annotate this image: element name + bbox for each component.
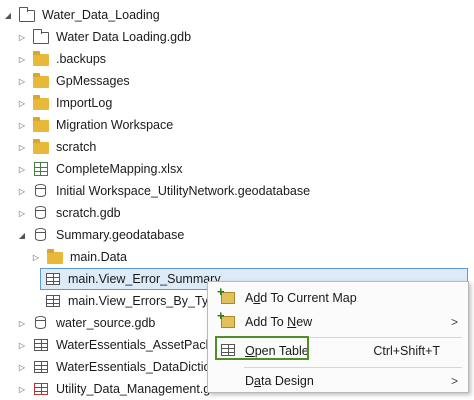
folder-icon bbox=[33, 73, 49, 88]
tree-item-scratch-gdb[interactable]: ▷ scratch.gdb bbox=[0, 202, 474, 224]
chevron-right-icon[interactable]: ▷ bbox=[17, 99, 27, 108]
chevron-right-icon[interactable]: ▷ bbox=[17, 165, 27, 174]
tree-item-gpmessages[interactable]: ▷ GpMessages bbox=[0, 70, 474, 92]
folder-icon bbox=[33, 117, 49, 132]
tree-item-label: Migration Workspace bbox=[56, 118, 174, 132]
chevron-right-icon[interactable]: ▷ bbox=[17, 55, 27, 64]
chevron-right-icon[interactable]: ▷ bbox=[17, 209, 27, 218]
submenu-arrow-icon: > bbox=[450, 315, 458, 329]
database-icon bbox=[33, 228, 49, 242]
open-table-icon bbox=[220, 343, 236, 359]
chevron-down-icon[interactable]: ◢ bbox=[3, 11, 13, 20]
chevron-right-icon[interactable]: ▷ bbox=[31, 253, 41, 262]
database-icon bbox=[33, 316, 49, 330]
spreadsheet-icon bbox=[33, 162, 49, 176]
folder-icon bbox=[33, 51, 49, 66]
menu-item-open-table[interactable]: Open Table Ctrl+Shift+T bbox=[212, 336, 464, 364]
tree-item-label: main.View_Errors_By_Type bbox=[68, 294, 223, 308]
tree-item-scratch[interactable]: ▷ scratch bbox=[0, 136, 474, 158]
chevron-right-icon[interactable]: ▷ bbox=[17, 363, 27, 372]
tree-item-label: Initial Workspace_UtilityNetwork.geodata… bbox=[56, 184, 311, 198]
chevron-right-icon[interactable]: ▷ bbox=[17, 319, 27, 328]
folder-icon bbox=[33, 139, 49, 154]
database-icon bbox=[33, 206, 49, 220]
tree-item-label: CompleteMapping.xlsx bbox=[56, 162, 183, 176]
table-icon bbox=[45, 294, 61, 308]
add-layer-icon bbox=[217, 308, 236, 330]
tree-item-label: main.View_Error_Summary bbox=[68, 272, 221, 286]
chevron-down-icon[interactable]: ◢ bbox=[17, 231, 27, 240]
tree-item-backups[interactable]: ▷ .backups bbox=[0, 48, 474, 70]
chevron-right-icon[interactable]: ▷ bbox=[17, 341, 27, 350]
tree-item-label: .backups bbox=[56, 52, 107, 66]
menu-item-add-to-current-map[interactable]: Add To Current Map bbox=[212, 284, 464, 311]
chevron-right-icon[interactable]: ▷ bbox=[17, 77, 27, 86]
tree-item-completemapping-xlsx[interactable]: ▷ CompleteMapping.xlsx bbox=[0, 158, 474, 180]
geodatabase-icon bbox=[33, 29, 49, 44]
folder-icon bbox=[47, 249, 63, 264]
tree-item-label: ImportLog bbox=[56, 96, 113, 110]
menu-item-label: Add To New bbox=[245, 315, 313, 329]
tree-item-initial-workspace[interactable]: ▷ Initial Workspace_UtilityNetwork.geoda… bbox=[0, 180, 474, 202]
project-folder-icon bbox=[19, 7, 35, 22]
tree-item-label: water_source.gdb bbox=[56, 316, 156, 330]
chevron-right-icon[interactable]: ▷ bbox=[17, 143, 27, 152]
menu-item-add-to-new[interactable]: Add To New > bbox=[212, 308, 464, 335]
tree-item-label: scratch bbox=[56, 140, 97, 154]
table-icon bbox=[45, 272, 61, 286]
geodatabase-icon bbox=[33, 360, 49, 374]
database-icon bbox=[33, 184, 49, 198]
folder-icon bbox=[33, 95, 49, 110]
menu-item-label: Add To Current Map bbox=[245, 291, 357, 305]
context-menu: Add To Current Map Add To New > Open Tab… bbox=[207, 281, 469, 393]
geodatabase-icon bbox=[33, 338, 49, 352]
chevron-right-icon[interactable]: ▷ bbox=[17, 33, 27, 42]
tree-item-importlog[interactable]: ▷ ImportLog bbox=[0, 92, 474, 114]
chevron-right-icon[interactable]: ▷ bbox=[17, 121, 27, 130]
menu-item-label: Data Design bbox=[245, 374, 314, 388]
tree-item-label: GpMessages bbox=[56, 74, 130, 88]
tree-item-label: Water Data Loading.gdb bbox=[56, 30, 192, 44]
menu-item-data-design[interactable]: Data Design > bbox=[212, 368, 464, 394]
add-layer-icon bbox=[217, 284, 236, 306]
submenu-arrow-icon: > bbox=[450, 374, 458, 388]
tree-item-water-data-loading-gdb[interactable]: ▷ Water Data Loading.gdb bbox=[0, 26, 474, 48]
tree-item-migration-workspace[interactable]: ▷ Migration Workspace bbox=[0, 114, 474, 136]
geodatabase-icon bbox=[33, 382, 49, 396]
shortcut-label: Ctrl+Shift+T bbox=[373, 344, 440, 358]
tree-item-main-data[interactable]: ▷ main.Data bbox=[0, 246, 474, 268]
chevron-right-icon[interactable]: ▷ bbox=[17, 385, 27, 394]
tree-item-label: scratch.gdb bbox=[56, 206, 121, 220]
tree-item-summary-geodatabase[interactable]: ◢ Summary.geodatabase bbox=[0, 224, 474, 246]
tree-item-label: main.Data bbox=[70, 250, 127, 264]
tree-root-label: Water_Data_Loading bbox=[42, 8, 160, 22]
chevron-right-icon[interactable]: ▷ bbox=[17, 187, 27, 196]
tree-item-label: Utility_Data_Management.gdb bbox=[56, 382, 225, 396]
tree-root[interactable]: ◢ Water_Data_Loading bbox=[0, 4, 474, 26]
tree-item-label: Summary.geodatabase bbox=[56, 228, 185, 242]
